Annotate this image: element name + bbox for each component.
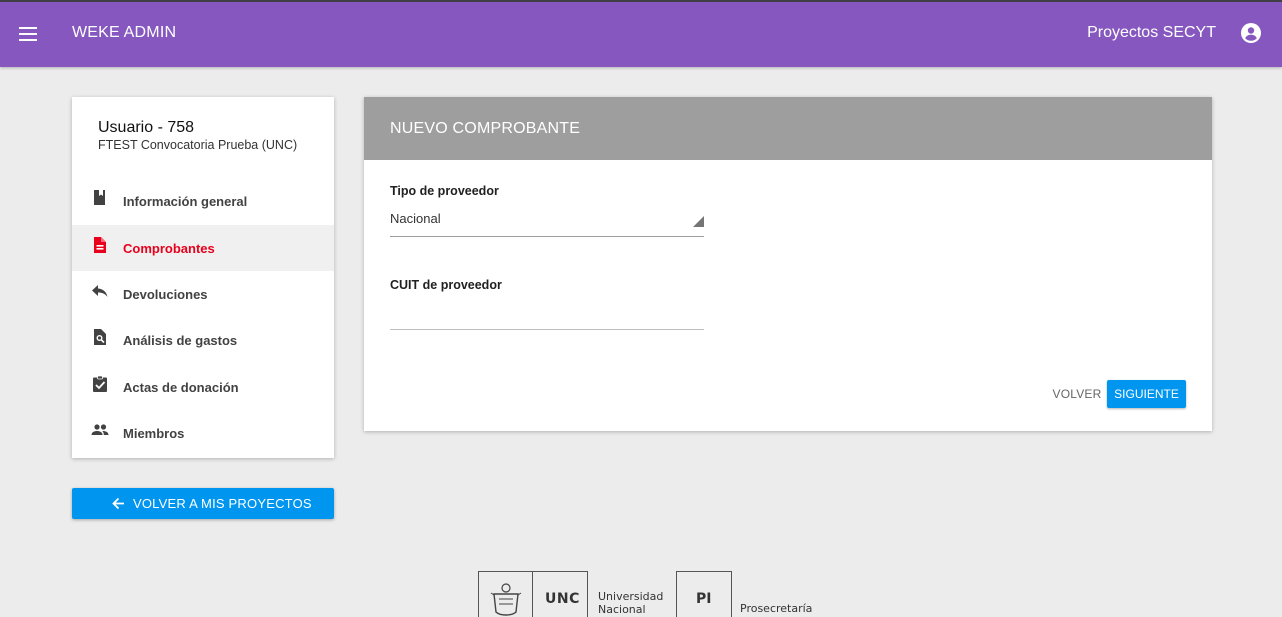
card-header: NUEVO COMPROBANTE (364, 97, 1212, 160)
document-icon (91, 236, 109, 254)
unc-seal-icon (479, 572, 533, 617)
unc-logo-text: UNC (545, 591, 580, 607)
user-name: Usuario - 758 (98, 119, 195, 136)
reply-icon (91, 282, 109, 300)
provider-type-select[interactable]: Nacional (390, 207, 704, 237)
sidebar-item-label: Información general (123, 194, 248, 209)
back-button[interactable]: VOLVER (1044, 380, 1110, 408)
sidebar-item-informacion-general[interactable]: Información general (72, 178, 334, 224)
provider-type-label: Tipo de proveedor (390, 184, 499, 198)
card-title: NUEVO COMPROBANTE (390, 120, 581, 137)
sidebar-item-label: Actas de donación (123, 380, 239, 395)
sidebar-item-label: Comprobantes (123, 241, 215, 256)
user-subtitle: FTEST Convocatoria Prueba (UNC) (98, 138, 298, 152)
assignment-check-icon (91, 375, 109, 393)
new-voucher-card: NUEVO COMPROBANTE Tipo de proveedor Naci… (364, 97, 1212, 431)
back-to-projects-button[interactable]: VOLVER A MIS PROYECTOS (72, 488, 334, 519)
cuit-input[interactable] (390, 303, 704, 330)
sidebar-item-analisis-de-gastos[interactable]: Análisis de gastos (72, 317, 334, 363)
account-circle-icon[interactable] (1241, 23, 1261, 43)
menu-icon[interactable] (17, 24, 39, 44)
project-sidebar: Usuario - 758 FTEST Convocatoria Prueba … (72, 97, 334, 458)
sidebar-item-miembros[interactable]: Miembros (72, 410, 334, 456)
pi-name: Prosecretaría (740, 602, 813, 615)
project-title[interactable]: Proyectos SECYT (1087, 24, 1216, 42)
people-icon (91, 421, 109, 439)
unc-logo: UNC (478, 571, 588, 617)
provider-type-value: Nacional (390, 211, 441, 226)
sidebar-item-label: Devoluciones (123, 287, 208, 302)
unc-name-line2: Nacional (598, 603, 646, 616)
sidebar-item-label: Miembros (123, 426, 185, 441)
app-title: WEKE ADMIN (72, 24, 177, 41)
next-button[interactable]: SIGUIENTE (1107, 380, 1186, 408)
sidebar-item-devoluciones[interactable]: Devoluciones (72, 271, 334, 317)
book-icon (91, 189, 109, 207)
cuit-label: CUIT de proveedor (390, 278, 502, 292)
back-to-projects-label: VOLVER A MIS PROYECTOS (133, 496, 312, 511)
footer-logos: UNC Universidad Nacional PI Prosecretarí… (478, 571, 812, 617)
arrow-back-icon (112, 497, 125, 510)
unc-name-line1: Universidad (598, 590, 664, 603)
dropdown-arrow-icon (693, 216, 704, 227)
pi-logo-text: PI (696, 591, 712, 607)
top-app-bar: WEKE ADMIN Proyectos SECYT (0, 0, 1282, 67)
sidebar-item-comprobantes[interactable]: Comprobantes (72, 225, 334, 271)
sidebar-item-label: Análisis de gastos (123, 333, 238, 348)
sidebar-item-actas-de-donacion[interactable]: Actas de donación (72, 364, 334, 410)
find-in-page-icon (91, 328, 109, 346)
pi-logo: PI (676, 571, 732, 617)
